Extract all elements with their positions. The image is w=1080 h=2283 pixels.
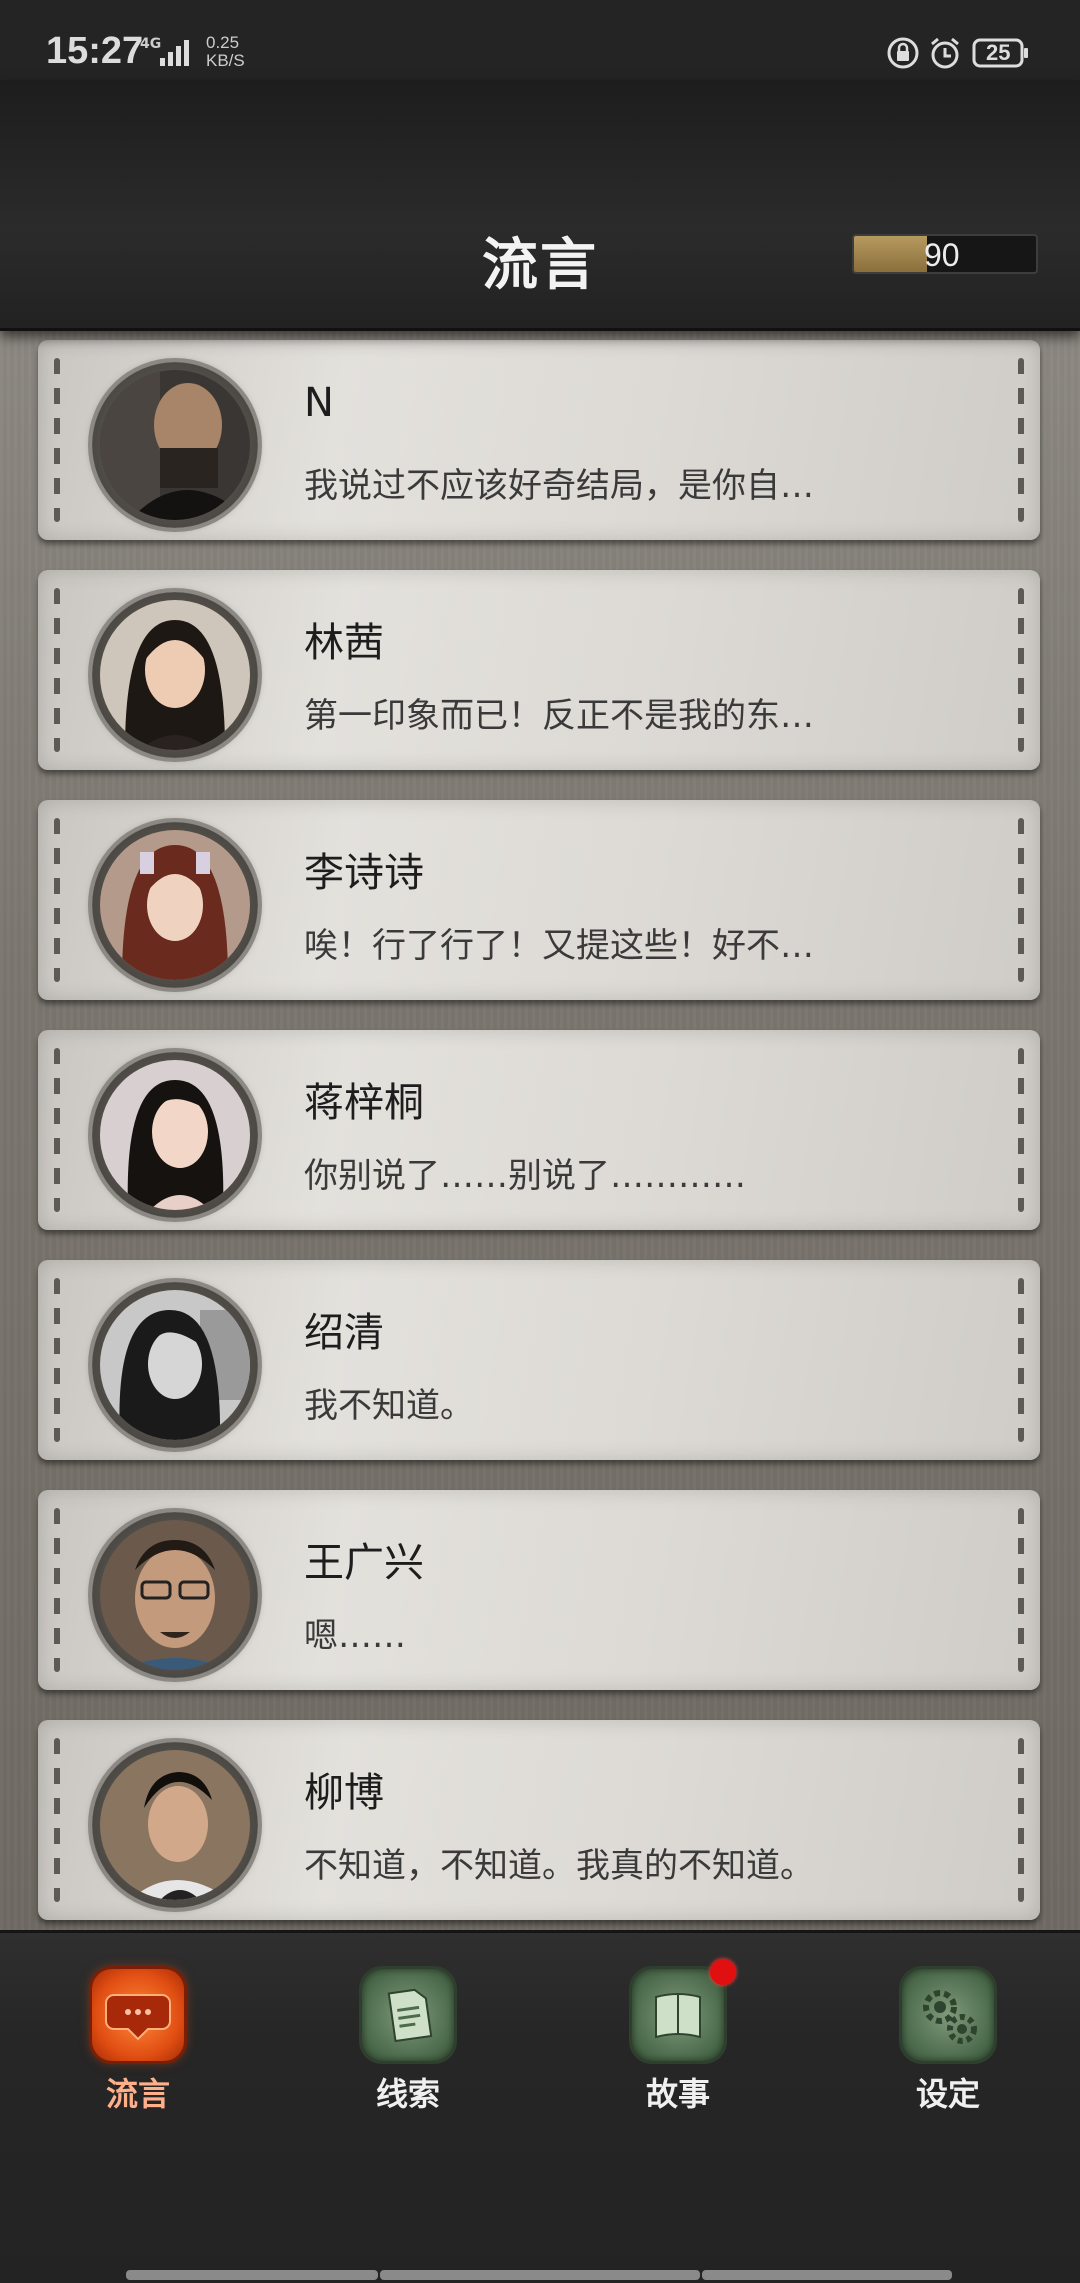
card-stitch (1018, 358, 1024, 522)
message-preview: 我不知道。 (304, 1386, 474, 1426)
status-time: 15:27 (46, 30, 144, 72)
contact-name: 柳博 (304, 1770, 384, 1816)
coin-value: 90 (924, 237, 960, 273)
message-card[interactable]: 绍清 我不知道。 (38, 1260, 1040, 1460)
avatar (100, 370, 250, 520)
contact-name: 王广兴 (304, 1540, 424, 1586)
card-stitch (1018, 1738, 1024, 1902)
message-card[interactable]: N 我说过不应该好奇结局，是你自… (38, 340, 1040, 540)
contact-name: N (304, 380, 334, 426)
signal-icon (160, 40, 189, 66)
card-stitch (54, 1048, 60, 1212)
card-stitch (54, 358, 60, 522)
contact-name: 林茜 (304, 620, 384, 666)
avatar-frame (92, 1742, 258, 1908)
coin-meter[interactable]: 90 (852, 234, 1038, 274)
gears-icon (902, 1969, 994, 2061)
tab-settings[interactable]: 设定 (876, 1959, 1016, 2119)
battery-level: 25 (986, 40, 1011, 65)
message-preview: 你别说了……别说了………… (304, 1156, 746, 1196)
tab-label: 流言 (105, 2075, 170, 2113)
avatar (100, 600, 250, 750)
home-indicator (126, 2270, 378, 2280)
avatar (100, 1520, 250, 1670)
message-card[interactable]: 李诗诗 唉！行了行了！又提这些！好不… (38, 800, 1040, 1000)
avatar-frame (92, 822, 258, 988)
lock-rotation-icon (887, 37, 919, 69)
avatar (100, 1060, 250, 1210)
card-stitch (1018, 1508, 1024, 1672)
book-icon (632, 1969, 724, 2061)
contact-name: 蒋梓桐 (304, 1080, 424, 1126)
message-card[interactable]: 王广兴 嗯…… (38, 1490, 1040, 1690)
tab-label: 线索 (375, 2075, 440, 2113)
coin-fill (854, 236, 927, 272)
network-speed: 0.25 KB/S (206, 33, 245, 70)
tab-label: 故事 (645, 2075, 710, 2113)
message-preview: 我说过不应该好奇结局，是你自… (304, 466, 814, 506)
tab-clues[interactable]: 线索 (336, 1959, 476, 2119)
card-stitch (1018, 1278, 1024, 1442)
home-indicator (702, 2270, 952, 2280)
avatar (100, 830, 250, 980)
notification-badge (710, 1959, 736, 1985)
alarm-icon (931, 37, 959, 69)
card-stitch (1018, 818, 1024, 982)
avatar-frame (92, 1052, 258, 1218)
avatar-frame (92, 1512, 258, 1678)
bottom-nav: 流言 线索 故事 设定 (0, 1930, 1080, 2283)
message-card[interactable]: 林茜 第一印象而已！反正不是我的东… (38, 570, 1040, 770)
message-preview: 不知道，不知道。我真的不知道。 (304, 1846, 814, 1886)
avatar (100, 1290, 250, 1440)
contact-name: 绍清 (304, 1310, 384, 1356)
message-preview: 嗯…… (304, 1616, 406, 1656)
avatar-frame (92, 592, 258, 758)
message-card[interactable]: 蒋梓桐 你别说了……别说了………… (38, 1030, 1040, 1230)
tab-label: 设定 (915, 2075, 980, 2113)
card-stitch (54, 1278, 60, 1442)
chat-bubble-icon (92, 1969, 184, 2061)
card-stitch (54, 588, 60, 752)
message-preview: 第一印象而已！反正不是我的东… (304, 696, 814, 736)
card-stitch (1018, 1048, 1024, 1212)
message-preview: 唉！行了行了！又提这些！好不… (304, 926, 814, 966)
home-indicator (380, 2270, 700, 2280)
status-bar: 15:27 4G 0.25 KB/S 25 (0, 0, 1080, 80)
card-stitch (54, 1508, 60, 1672)
avatar-frame (92, 1282, 258, 1448)
card-stitch (54, 818, 60, 982)
tab-story[interactable]: 故事 (606, 1959, 746, 2119)
card-stitch (1018, 588, 1024, 752)
card-stitch (54, 1738, 60, 1902)
document-icon (362, 1969, 454, 2061)
contact-name: 李诗诗 (304, 850, 424, 896)
tab-rumors[interactable]: 流言 (66, 1959, 206, 2119)
avatar-frame (92, 362, 258, 528)
app-header: 流言 90 (0, 80, 1080, 331)
message-card[interactable]: 柳博 不知道，不知道。我真的不知道。 (38, 1720, 1040, 1920)
avatar (100, 1750, 250, 1900)
message-list[interactable]: N 我说过不应该好奇结局，是你自… 林茜 第一印象而已！反正不是我的东… 李诗诗… (0, 328, 1080, 1930)
